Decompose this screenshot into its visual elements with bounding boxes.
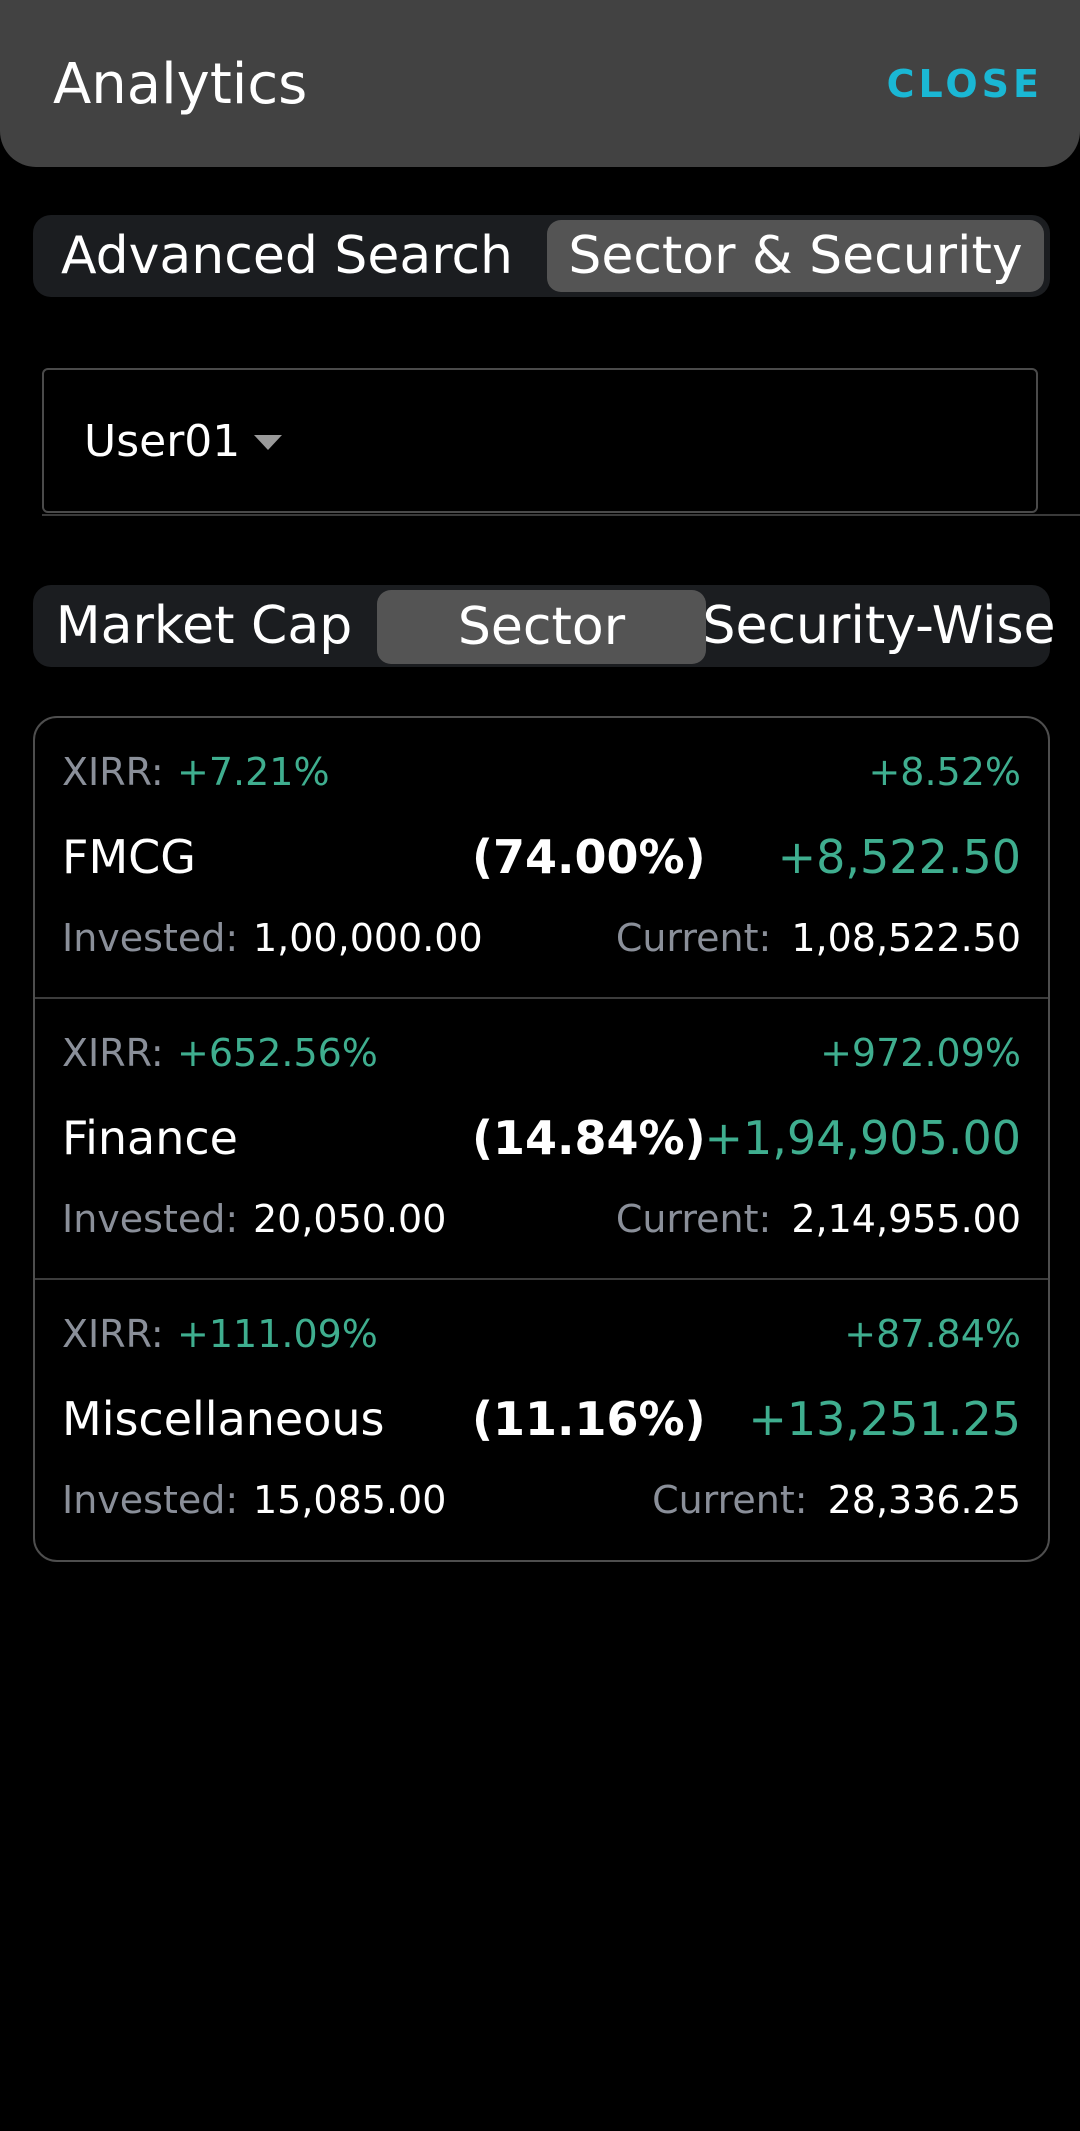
- sector-row[interactable]: XIRR: +7.21% +8.52% FMCG (74.00%) +8,522…: [35, 718, 1048, 998]
- invested-label: Invested:: [62, 916, 239, 960]
- page-title: Analytics: [53, 52, 308, 117]
- sector-name: FMCG: [62, 830, 196, 884]
- current-group: Current: 28,336.25: [652, 1476, 1021, 1524]
- view-segmented-control: Market Cap Sector Security-Wise: [33, 585, 1056, 667]
- xirr-value: +111.09%: [177, 1312, 378, 1356]
- xirr-label: XIRR:: [62, 1031, 164, 1075]
- sector-list: XIRR: +7.21% +8.52% FMCG (74.00%) +8,522…: [33, 716, 1050, 1562]
- profit-loss-value: +13,251.25: [748, 1392, 1021, 1446]
- user-dropdown[interactable]: User01: [42, 368, 1038, 513]
- current-label: Current:: [652, 1478, 808, 1522]
- user-dropdown-value: User01: [84, 416, 241, 467]
- tab-sector[interactable]: Sector: [377, 590, 706, 664]
- caret-down-icon: [254, 435, 282, 450]
- current-group: Current: 2,14,955.00: [616, 1195, 1021, 1243]
- sector-share: (74.00%): [472, 830, 706, 884]
- sector-share: (14.84%): [472, 1111, 706, 1165]
- current-group: Current: 1,08,522.50: [616, 914, 1021, 962]
- dropdown-underline: [42, 514, 1080, 516]
- close-button[interactable]: CLOSE: [887, 58, 1043, 110]
- top-segmented-control: Advanced Search Sector & Security: [33, 215, 1050, 297]
- profit-loss-value: +1,94,905.00: [704, 1111, 1021, 1165]
- current-value: 28,336.25: [827, 1478, 1021, 1522]
- current-value: 1,08,522.50: [791, 916, 1021, 960]
- current-label: Current:: [615, 1197, 772, 1241]
- tab-security-wise[interactable]: Security-Wise: [702, 585, 1055, 667]
- xirr-value: +7.21%: [177, 750, 330, 794]
- sector-share: (11.16%): [472, 1392, 706, 1446]
- profit-loss-value: +8,522.50: [777, 830, 1021, 884]
- tab-sector-security[interactable]: Sector & Security: [547, 220, 1044, 292]
- tab-market-cap[interactable]: Market Cap: [33, 585, 375, 667]
- xirr-value: +652.56%: [177, 1031, 378, 1075]
- current-value: 2,14,955.00: [791, 1197, 1021, 1241]
- sector-row[interactable]: XIRR: +652.56% +972.09% Finance (14.84%)…: [35, 999, 1048, 1279]
- xirr-label: XIRR:: [62, 1312, 164, 1356]
- sector-row[interactable]: XIRR: +111.09% +87.84% Miscellaneous (11…: [35, 1280, 1048, 1560]
- header-bar: Analytics CLOSE: [0, 0, 1080, 167]
- tab-advanced-search[interactable]: Advanced Search: [33, 215, 541, 297]
- percent-change: +8.52%: [868, 750, 1021, 794]
- invested-label: Invested:: [62, 1478, 239, 1522]
- sector-name: Finance: [62, 1111, 238, 1165]
- invested-value: 20,050.00: [253, 1197, 447, 1241]
- invested-value: 15,085.00: [253, 1478, 447, 1522]
- percent-change: +972.09%: [820, 1031, 1021, 1075]
- sector-name: Miscellaneous: [62, 1392, 385, 1446]
- current-label: Current:: [615, 916, 772, 960]
- percent-change: +87.84%: [844, 1312, 1021, 1356]
- invested-label: Invested:: [62, 1197, 239, 1241]
- invested-value: 1,00,000.00: [253, 916, 483, 960]
- xirr-label: XIRR:: [62, 750, 164, 794]
